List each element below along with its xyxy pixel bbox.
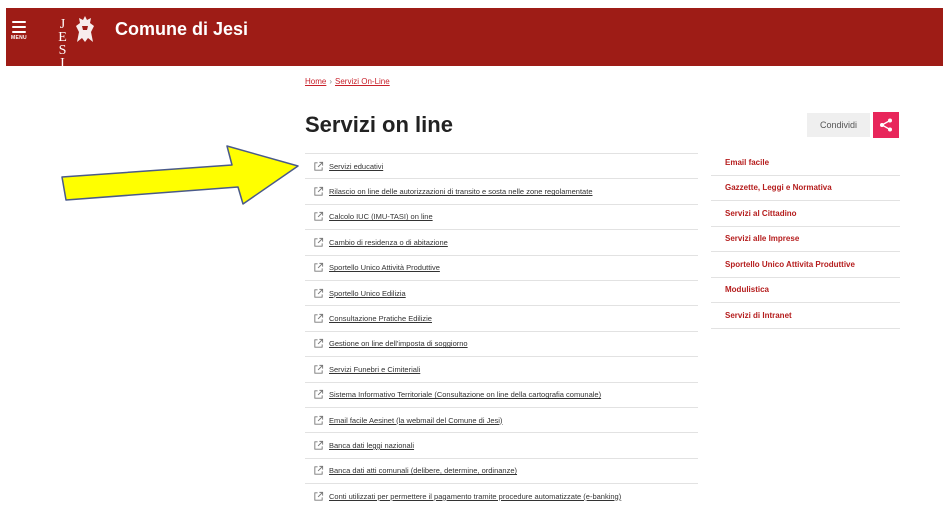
service-link[interactable]: Banca dati leggi nazionali — [329, 441, 414, 450]
services-list: Servizi educativi Rilascio on line delle… — [305, 153, 698, 508]
external-link-icon — [314, 161, 324, 171]
breadcrumb-home[interactable]: Home — [305, 77, 326, 86]
sidebar-link[interactable]: Email facile — [725, 158, 769, 167]
service-link[interactable]: Cambio di residenza o di abitazione — [329, 238, 448, 247]
share-icon — [880, 118, 892, 132]
service-item: Calcolo IUC (IMU-TASI) on line — [305, 203, 698, 229]
service-link[interactable]: Email facile Aesinet (la webmail del Com… — [329, 416, 502, 425]
page-title: Servizi on line — [305, 112, 453, 137]
external-link-icon — [314, 415, 324, 425]
sidebar-link[interactable]: Sportello Unico Attivita Produttive — [725, 260, 855, 269]
service-link[interactable]: Gestione on line dell'imposta di soggior… — [329, 339, 468, 348]
sidebar-item: Servizi alle Imprese — [711, 227, 900, 252]
service-item: Rilascio on line delle autorizzazioni di… — [305, 178, 698, 203]
service-item: Sportello Unico Edilizia — [305, 279, 698, 305]
lion-crest-icon — [76, 16, 94, 42]
sidebar-link[interactable]: Servizi alle Imprese — [725, 234, 799, 243]
external-link-icon — [314, 212, 324, 222]
service-link[interactable]: Banca dati atti comunali (delibere, dete… — [329, 466, 517, 475]
sidebar-item: Modulistica — [711, 278, 900, 303]
sidebar-link[interactable]: Servizi al Cittadino — [725, 209, 797, 218]
sidebar-item: Email facile — [711, 150, 900, 176]
service-link[interactable]: Calcolo IUC (IMU-TASI) on line — [329, 212, 433, 221]
sidebar-link[interactable]: Modulistica — [725, 285, 769, 294]
external-link-icon — [314, 364, 324, 374]
external-link-icon — [314, 491, 324, 501]
service-link[interactable]: Conti utilizzati per permettere il pagam… — [329, 492, 621, 501]
hamburger-icon — [12, 21, 26, 33]
external-link-icon — [314, 313, 324, 323]
service-item: Banca dati atti comunali (delibere, dete… — [305, 457, 698, 483]
service-link[interactable]: Servizi educativi — [329, 162, 383, 171]
external-link-icon — [314, 237, 324, 247]
breadcrumb-current[interactable]: Servizi On-Line — [335, 77, 390, 86]
external-link-icon — [314, 466, 324, 475]
service-link[interactable]: Sportello Unico Edilizia — [329, 289, 406, 298]
sidebar-link[interactable]: Servizi di Intranet — [725, 311, 792, 320]
service-item: Sportello Unico Attività Produttive — [305, 254, 698, 280]
breadcrumb-separator: › — [329, 77, 333, 86]
share-button[interactable]: Condividi — [807, 113, 870, 137]
service-item: Gestione on line dell'imposta di soggior… — [305, 330, 698, 356]
sidebar-item: Servizi di Intranet — [711, 303, 900, 329]
annotation-arrow-icon — [61, 145, 299, 205]
service-item: Sistema Informativo Territoriale (Consul… — [305, 381, 698, 407]
external-link-icon — [314, 339, 324, 349]
breadcrumb: Home › Servizi On-Line — [305, 77, 390, 86]
logo-wordmark: JESI — [55, 17, 70, 69]
external-link-icon — [314, 263, 324, 272]
sidebar-link[interactable]: Gazzette, Leggi e Normativa — [725, 183, 832, 192]
sidebar-menu: Email facile Gazzette, Leggi e Normativa… — [711, 150, 900, 329]
service-item: Consultazione Pratiche Edilizie — [305, 305, 698, 330]
menu-button[interactable]: MENU — [10, 21, 28, 47]
service-link[interactable]: Consultazione Pratiche Edilizie — [329, 314, 432, 323]
service-link[interactable]: Sportello Unico Attività Produttive — [329, 263, 440, 272]
site-title[interactable]: Comune di Jesi — [115, 19, 248, 40]
external-link-icon — [314, 440, 324, 450]
service-link[interactable]: Servizi Funebri e Cimiteriali — [329, 365, 420, 374]
sidebar-item: Servizi al Cittadino — [711, 201, 900, 227]
service-link[interactable]: Sistema Informativo Territoriale (Consul… — [329, 390, 601, 399]
service-item: Servizi Funebri e Cimiteriali — [305, 356, 698, 381]
service-item: Conti utilizzati per permettere il pagam… — [305, 483, 698, 508]
share-icon-button[interactable] — [873, 112, 899, 138]
menu-label: MENU — [11, 35, 27, 41]
service-item: Email facile Aesinet (la webmail del Com… — [305, 406, 698, 432]
external-link-icon — [314, 186, 324, 196]
external-link-icon — [314, 390, 324, 399]
site-header: MENU JESI Comune di Jesi — [6, 8, 943, 69]
service-link[interactable]: Rilascio on line delle autorizzazioni di… — [329, 187, 593, 196]
service-item: Banca dati leggi nazionali — [305, 432, 698, 457]
service-item: Cambio di residenza o di abitazione — [305, 229, 698, 254]
service-item: Servizi educativi — [305, 153, 698, 178]
sidebar-item: Sportello Unico Attivita Produttive — [711, 252, 900, 278]
external-link-icon — [314, 288, 324, 298]
sidebar-item: Gazzette, Leggi e Normativa — [711, 176, 900, 201]
